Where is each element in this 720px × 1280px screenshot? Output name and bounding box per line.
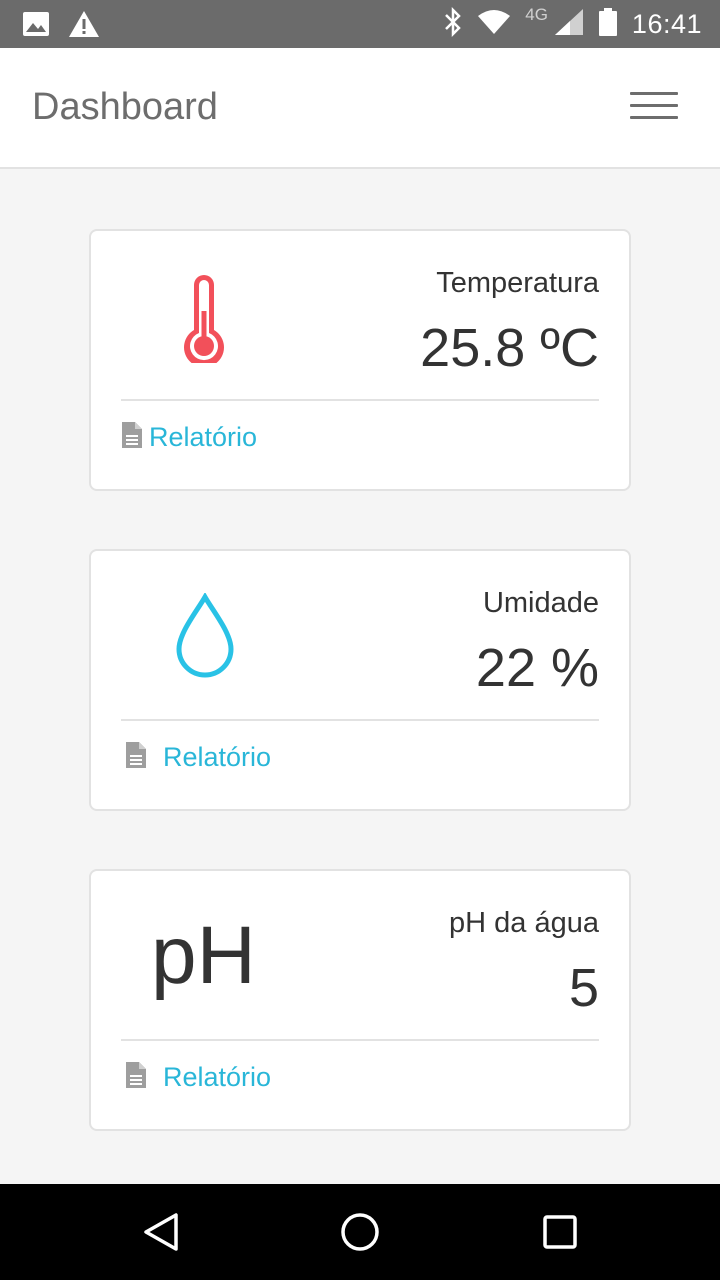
report-link[interactable]: Relatório [121, 421, 257, 454]
home-icon[interactable] [340, 1212, 380, 1257]
signal-icon [554, 8, 584, 41]
battery-icon [598, 7, 618, 42]
divider [121, 399, 599, 401]
card-label: Umidade [482, 587, 599, 619]
card-value: 25.8 ºC [420, 318, 599, 378]
report-link[interactable]: Relatório [125, 741, 271, 774]
wifi-icon [477, 9, 511, 40]
document-icon [125, 1061, 147, 1094]
clock: 16:41 [631, 8, 702, 39]
report-link-label: Relatório [163, 742, 272, 772]
report-link-label: Relatório [149, 422, 258, 452]
page-title: Dashboard [32, 86, 218, 128]
navigation-bar [0, 1184, 720, 1280]
divider [121, 719, 599, 721]
document-icon [121, 421, 143, 454]
card-label: pH da água [449, 907, 599, 939]
report-link-label: Relatório [163, 1062, 272, 1092]
ph-symbol: pH [151, 910, 256, 1001]
bluetooth-icon [443, 6, 463, 42]
thermometer-icon [181, 273, 227, 368]
humidity-card: Umidade 22 % Relatório [89, 549, 631, 811]
hamburger-menu-icon[interactable] [630, 92, 680, 122]
recents-icon[interactable] [542, 1212, 578, 1257]
document-icon [125, 741, 147, 774]
card-value: 22 % [475, 638, 599, 698]
network-type: 4G [525, 5, 548, 24]
water-drop-icon [175, 591, 235, 686]
warning-icon [68, 10, 100, 43]
ph-card: pH pH da água 5 Relatório [89, 869, 631, 1131]
temperature-card: Temperatura 25.8 ºC Relatório [89, 229, 631, 491]
back-icon[interactable] [142, 1212, 180, 1257]
app-bar: Dashboard [0, 48, 720, 169]
image-icon [22, 11, 50, 42]
card-label: Temperatura [436, 267, 599, 299]
status-bar: 4G 16:41 [0, 0, 720, 48]
card-value: 5 [568, 958, 599, 1018]
report-link[interactable]: Relatório [125, 1061, 271, 1094]
divider [121, 1039, 599, 1041]
